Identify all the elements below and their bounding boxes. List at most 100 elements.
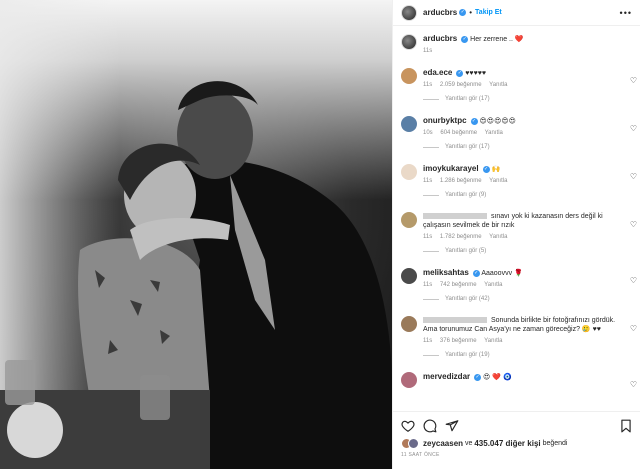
comment-avatar[interactable] xyxy=(401,68,417,84)
comment-like-heart-icon[interactable]: ♡ xyxy=(630,124,637,133)
view-replies-label: Yanıtları gör (9) xyxy=(445,192,487,198)
replies-line xyxy=(423,194,439,196)
comment-item: meliksahtas ✓ Aaaoovvv 🌹 11s 742 beğenme… xyxy=(401,268,640,302)
comment-meta: 10s 604 beğenme Yanıtla xyxy=(423,130,625,136)
comment-text: 🙌 xyxy=(491,166,501,173)
comment-time: 11s xyxy=(423,82,433,88)
comment-avatar[interactable] xyxy=(401,268,417,284)
comment-username[interactable]: onurbyktpc xyxy=(423,116,467,125)
view-replies-button[interactable]: Yanıtları gör (19) xyxy=(423,352,625,358)
view-replies-button[interactable]: Yanıtları gör (42) xyxy=(423,296,625,302)
comment-avatar[interactable] xyxy=(401,212,417,228)
comment-time: 11s xyxy=(423,282,433,288)
comment-username[interactable]: meliksahtas xyxy=(423,268,469,277)
verified-badge-icon: ✓ xyxy=(461,35,469,43)
comment-item: Sonunda birlikte bir fotoğrafınızı gördü… xyxy=(401,316,640,358)
comment-avatar[interactable] xyxy=(401,116,417,132)
view-replies-button[interactable]: Yanıtları gör (9) xyxy=(423,192,625,198)
comment-username[interactable]: mervedizdar xyxy=(423,372,470,381)
author-username[interactable]: arducbrs xyxy=(423,8,457,17)
view-replies-button[interactable]: Yanıtları gör (17) xyxy=(423,96,625,102)
comment-list: arducbrs ✓ Her zerrene .. ❤️ 11s eda.ece… xyxy=(393,26,640,411)
post-photo[interactable] xyxy=(0,0,392,469)
verified-badge-icon: ✓ xyxy=(456,69,464,77)
view-replies-button[interactable]: Yanıtları gör (17) xyxy=(423,144,625,150)
verified-badge-icon: ✓ xyxy=(474,373,482,381)
comment-item: imoykukarayel ✓ 🙌 11s 1.286 beğenme Yanı… xyxy=(401,164,640,198)
separator-dot: • xyxy=(469,8,473,17)
comment-text-row: imoykukarayel ✓ 🙌 xyxy=(423,164,625,174)
comment-like-heart-icon[interactable]: ♡ xyxy=(630,76,637,85)
comment-time: 11s xyxy=(423,234,433,240)
reply-button[interactable]: Yanıtla xyxy=(489,234,507,240)
likes-count[interactable]: 435.047 diğer kişi xyxy=(474,439,540,448)
reply-button[interactable]: Yanıtla xyxy=(484,338,502,344)
comment-meta: 11s 1.782 beğenme Yanıtla xyxy=(423,234,625,240)
comment-like-heart-icon[interactable]: ♡ xyxy=(630,380,637,389)
view-replies-label: Yanıtları gör (5) xyxy=(445,248,487,254)
comment-likes[interactable]: 376 beğenme xyxy=(440,338,477,344)
comment-text-row: meliksahtas ✓ Aaaoovvv 🌹 xyxy=(423,268,625,278)
caption-text: Her zerrene .. ❤️ xyxy=(470,36,524,43)
comment-likes[interactable]: 604 beğenme xyxy=(440,130,477,136)
comment-likes[interactable]: 2.059 beğenme xyxy=(440,82,482,88)
comment-text: 😍😍😍😍😍 xyxy=(479,118,516,125)
heart-icon[interactable] xyxy=(401,419,415,433)
reply-button[interactable]: Yanıtla xyxy=(484,282,502,288)
verified-badge-icon: ✓ xyxy=(470,117,478,125)
comment-username[interactable]: imoykukarayel xyxy=(423,164,479,173)
photo-scene xyxy=(0,81,392,469)
comment-avatar[interactable] xyxy=(401,372,417,388)
reply-button[interactable]: Yanıtla xyxy=(489,178,507,184)
author-avatar[interactable] xyxy=(401,4,417,21)
replies-line xyxy=(423,146,439,148)
comment-avatar[interactable] xyxy=(401,164,417,180)
comment-username[interactable]: eda.ece xyxy=(423,68,452,77)
view-replies-label: Yanıtları gör (42) xyxy=(445,296,490,302)
verified-badge-icon: ✓ xyxy=(482,165,490,173)
verified-badge-icon: ✓ xyxy=(472,269,480,277)
verified-badge-icon: ✓ xyxy=(459,9,467,16)
liker-username[interactable]: zeycaasen xyxy=(423,439,463,448)
redacted-username xyxy=(423,213,487,220)
comment-like-heart-icon[interactable]: ♡ xyxy=(630,172,637,181)
comment-avatar[interactable] xyxy=(401,316,417,332)
comment-item: mervedizdar ✓ 😍 ❤️ 🧿 ♡ xyxy=(401,372,640,389)
comment-likes[interactable]: 742 beğenme xyxy=(440,282,477,288)
comment-like-heart-icon[interactable]: ♡ xyxy=(630,276,637,285)
caption-username[interactable]: arducbrs xyxy=(423,34,457,43)
liker-avatar xyxy=(408,438,419,449)
caption: arducbrs ✓ Her zerrene .. ❤️ 11s xyxy=(401,34,640,54)
share-icon[interactable] xyxy=(445,419,459,433)
view-replies-button[interactable]: Yanıtları gör (5) xyxy=(423,248,625,254)
comment-text: ♥♥♥♥♥ xyxy=(465,70,487,77)
caption-avatar[interactable] xyxy=(401,34,417,50)
comment-likes[interactable]: 1.782 beğenme xyxy=(440,234,482,240)
likes-row: zeycaasen ve 435.047 diğer kişi beğendi xyxy=(401,438,633,449)
comment-text-row: onurbyktpc ✓ 😍😍😍😍😍 xyxy=(423,116,625,126)
reply-button[interactable]: Yanıtla xyxy=(489,82,507,88)
comment-item: onurbyktpc ✓ 😍😍😍😍😍 10s 604 beğenme Yanıt… xyxy=(401,116,640,150)
likes-connector: ve xyxy=(464,440,473,447)
more-options-icon[interactable]: ••• xyxy=(620,8,632,18)
replies-line xyxy=(423,98,439,100)
comment-text: Aaaoovvv 🌹 xyxy=(481,270,523,277)
comment-icon[interactable] xyxy=(423,419,437,433)
view-replies-label: Yanıtları gör (17) xyxy=(445,96,490,102)
comment-likes[interactable]: 1.286 beğenme xyxy=(440,178,482,184)
comment-like-heart-icon[interactable]: ♡ xyxy=(630,220,637,229)
caption-time: 11s xyxy=(423,48,433,54)
reply-button[interactable]: Yanıtla xyxy=(485,130,503,136)
bookmark-icon[interactable] xyxy=(619,419,633,433)
view-replies-label: Yanıtları gör (19) xyxy=(445,352,490,358)
post-header: arducbrs ✓ • Takip Et ••• xyxy=(393,0,640,26)
follow-button[interactable]: Takip Et xyxy=(475,9,502,16)
comment-time: 11s xyxy=(423,178,433,184)
comment-text: 😍 ❤️ 🧿 xyxy=(483,374,512,381)
comment-text-row: mervedizdar ✓ 😍 ❤️ 🧿 xyxy=(423,372,625,382)
comment-text-row: Sonunda birlikte bir fotoğrafınızı gördü… xyxy=(423,316,625,334)
comment-meta: 11s 742 beğenme Yanıtla xyxy=(423,282,625,288)
post-time-ago: 11 SAAT ÖNCE xyxy=(401,452,440,458)
comment-item: sınavı yok ki kazanasın ders değil ki ça… xyxy=(401,212,640,254)
comment-like-heart-icon[interactable]: ♡ xyxy=(630,324,637,333)
